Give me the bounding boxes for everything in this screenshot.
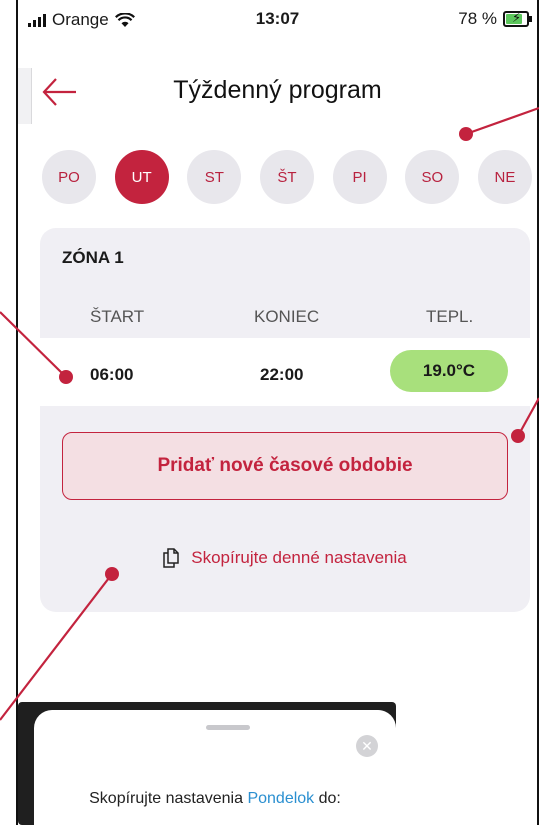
sheet-prompt-suffix: do:	[318, 790, 341, 807]
copy-document-icon	[163, 548, 179, 568]
copy-settings-label: Skopírujte denné nastavenia	[191, 548, 407, 567]
battery-icon: ⚡	[503, 10, 532, 27]
zone-title: ZÓNA 1	[62, 248, 124, 267]
add-period-button[interactable]: Pridať nové časové obdobie	[62, 432, 508, 500]
day-tab-st[interactable]: ST	[187, 150, 242, 204]
copy-sheet-frame: ✕ Skopírujte nastavenia Pondelok do:	[18, 702, 396, 825]
period-row[interactable]: 06:00 22:00 19.0°C	[40, 338, 530, 406]
sheet-day-link[interactable]: Pondelok	[247, 790, 314, 807]
column-end: KONIEC	[254, 307, 320, 326]
status-bar: Orange 13:07 78 % ⚡	[18, 0, 537, 36]
period-start[interactable]: 06:00	[90, 365, 133, 385]
zone-card: ZÓNA 1 ŠTART KONIEC TEPL. 06:00 22:00 19…	[40, 228, 530, 612]
sheet-prompt: Skopírujte nastavenia Pondelok do:	[34, 790, 396, 808]
day-tab-so[interactable]: SO	[405, 150, 460, 204]
day-selector: PO UT ST ŠT PI SO NE	[42, 150, 532, 204]
column-start: ŠTART	[90, 307, 145, 326]
close-icon[interactable]: ✕	[356, 735, 378, 757]
sheet-prompt-prefix: Skopírujte nastavenia	[89, 790, 243, 807]
page-title: Týždenný program	[173, 76, 382, 104]
status-right: 78 % ⚡	[458, 9, 532, 29]
top-header: Týždenný program	[18, 68, 537, 118]
period-end[interactable]: 22:00	[260, 365, 303, 385]
day-tab-pi[interactable]: PI	[332, 150, 387, 204]
battery-percent: 78 %	[458, 9, 497, 28]
copy-settings-link[interactable]: Skopírujte denné nastavenia	[40, 548, 530, 568]
sheet-grabber[interactable]	[206, 725, 250, 730]
column-temp: TEPL.	[426, 307, 474, 326]
temperature-badge[interactable]: 19.0°C	[390, 350, 508, 392]
copy-bottom-sheet: ✕ Skopírujte nastavenia Pondelok do:	[34, 710, 396, 825]
day-tab-st2[interactable]: ŠT	[259, 150, 314, 204]
day-tab-po[interactable]: PO	[42, 150, 96, 204]
day-tab-ne[interactable]: NE	[477, 150, 532, 204]
day-tab-ut[interactable]: UT	[114, 150, 169, 204]
